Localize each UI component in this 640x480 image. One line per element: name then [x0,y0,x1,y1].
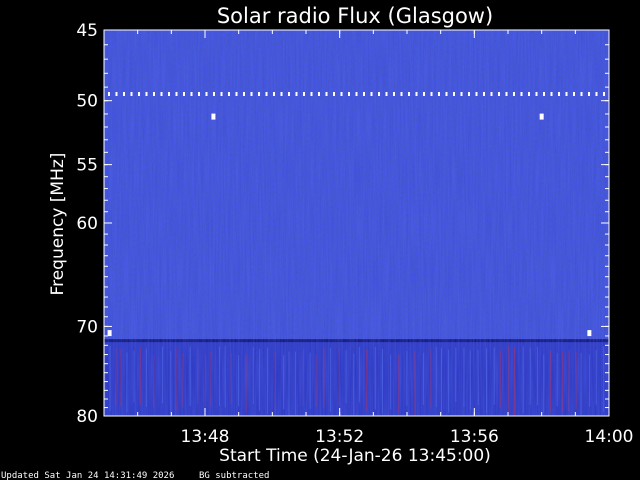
y-tick-label: 50 [76,92,98,112]
y-tick-label: 45 [76,21,98,41]
bright-spot [211,113,216,120]
x-tick-label: 13:48 [181,427,230,447]
plot-area [103,29,610,417]
spectrogram-streaks [104,30,609,416]
y-tick-label: 55 [76,156,98,176]
bright-spot [587,330,592,337]
bright-spot [539,113,544,120]
y-tick-label: 60 [76,214,98,234]
y-tick-label: 80 [76,407,98,427]
x-tick-label: 13:52 [315,427,364,447]
x-tick-label: 13:56 [450,427,499,447]
y-axis-label: Frequency [MHz] [48,153,68,296]
footer-note: BG subtracted [199,471,269,480]
footer-updated: Updated Sat Jan 24 14:31:49 2026 [1,471,174,480]
spectrogram-chart: Solar radio Flux (Glasgow) 13:48 13:52 13:… [1,4,634,480]
y-tick-label: 70 [76,317,98,337]
bright-spot [107,330,112,337]
chart-title: Solar radio Flux (Glasgow) [217,4,493,28]
x-axis-label: Start Time (24-Jan-26 13:45:00) [219,446,491,466]
x-tick-label: 14:00 [585,427,634,447]
